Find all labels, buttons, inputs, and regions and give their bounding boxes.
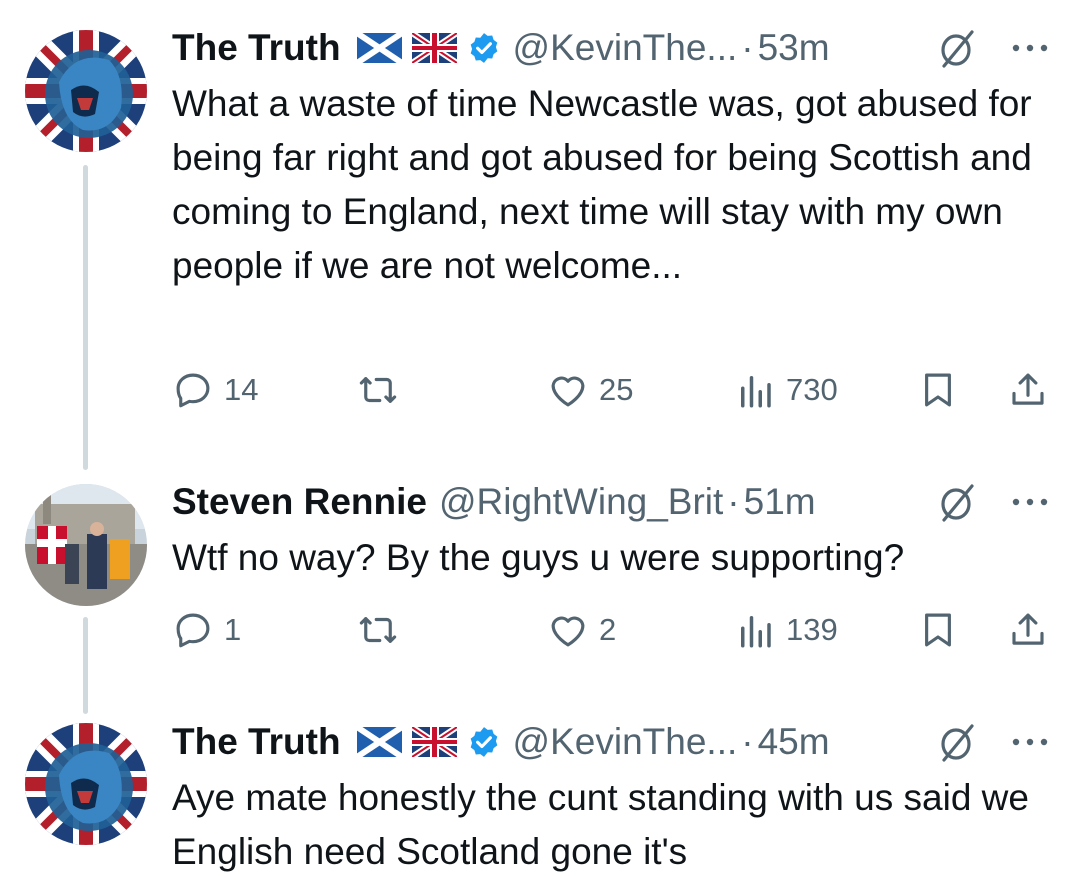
share-button[interactable]: [1007, 605, 1049, 655]
reply-button[interactable]: 1: [172, 605, 241, 655]
like-button[interactable]: 2: [547, 605, 616, 655]
retweet-button[interactable]: [357, 365, 399, 415]
tweet-header: The Truth @KevinThe... · 53m: [172, 24, 1052, 72]
timestamp[interactable]: 45m: [758, 718, 830, 766]
views-icon: [741, 376, 771, 408]
separator-dot: ·: [741, 721, 754, 762]
avatar[interactable]: [25, 723, 147, 845]
views-icon: [741, 616, 771, 648]
more-options-icon[interactable]: [1008, 38, 1052, 58]
hidden-reply-icon[interactable]: [936, 720, 980, 764]
share-button[interactable]: [1007, 365, 1049, 415]
scotland-flag-icon: [356, 727, 402, 757]
like-button[interactable]: 25: [547, 365, 633, 415]
bookmark-button[interactable]: [917, 365, 959, 415]
tweet-text: Wtf no way? By the guys u were supportin…: [172, 537, 905, 578]
tweet-text: What a waste of time Newcastle was, got …: [172, 83, 1032, 286]
avatar[interactable]: [25, 30, 147, 152]
like-count: 2: [599, 612, 617, 647]
scotland-flag-icon: [356, 33, 402, 63]
like-count: 25: [599, 372, 634, 407]
handle[interactable]: @KevinThe...: [513, 718, 738, 766]
reply-button[interactable]: 14: [172, 365, 258, 415]
display-name[interactable]: Steven Rennie: [172, 478, 427, 526]
thread-line: [83, 617, 88, 714]
avatar[interactable]: [25, 484, 147, 606]
hidden-reply-icon[interactable]: [936, 480, 980, 524]
handle[interactable]: @RightWing_Brit: [439, 478, 723, 526]
like-icon: [551, 376, 585, 407]
bookmark-button[interactable]: [917, 605, 959, 655]
verified-badge-icon[interactable]: [467, 725, 501, 759]
tweet-header: Steven Rennie @RightWing_Brit · 51m: [172, 478, 1052, 526]
timestamp[interactable]: 51m: [744, 478, 816, 526]
uk-flag-icon: [411, 33, 457, 63]
display-name[interactable]: The Truth: [172, 24, 341, 72]
reply-icon: [176, 613, 210, 648]
view-count: 730: [786, 372, 838, 407]
verified-badge-icon[interactable]: [467, 31, 501, 65]
reply-icon: [176, 373, 210, 408]
action-bar: 14 25 730: [172, 365, 1052, 415]
retweet-button[interactable]: [357, 605, 399, 655]
display-name[interactable]: The Truth: [172, 718, 341, 766]
views-button[interactable]: 730: [734, 365, 838, 415]
action-bar: 1 2 139: [172, 605, 1052, 655]
reply-count: 14: [224, 372, 259, 407]
uk-flag-icon: [411, 727, 457, 757]
bookmark-icon: [925, 613, 951, 647]
tweet-header: The Truth @KevinThe... · 45m: [172, 718, 1052, 766]
more-options-icon[interactable]: [1008, 492, 1052, 512]
hidden-reply-icon[interactable]: [936, 26, 980, 70]
like-icon: [551, 616, 585, 647]
separator-dot: ·: [741, 27, 754, 68]
thread-line: [83, 165, 88, 470]
view-count: 139: [786, 612, 838, 647]
share-icon: [1012, 373, 1044, 405]
tweet-text: Aye mate honestly the cunt standing with…: [172, 777, 1029, 872]
retweet-icon: [359, 617, 397, 643]
bookmark-icon: [925, 373, 951, 407]
share-icon: [1012, 613, 1044, 645]
views-button[interactable]: 139: [734, 605, 838, 655]
timestamp[interactable]: 53m: [758, 24, 830, 72]
handle[interactable]: @KevinThe...: [513, 24, 738, 72]
separator-dot: ·: [727, 481, 740, 522]
retweet-icon: [359, 377, 397, 403]
reply-count: 1: [224, 612, 242, 647]
more-options-icon[interactable]: [1008, 732, 1052, 752]
